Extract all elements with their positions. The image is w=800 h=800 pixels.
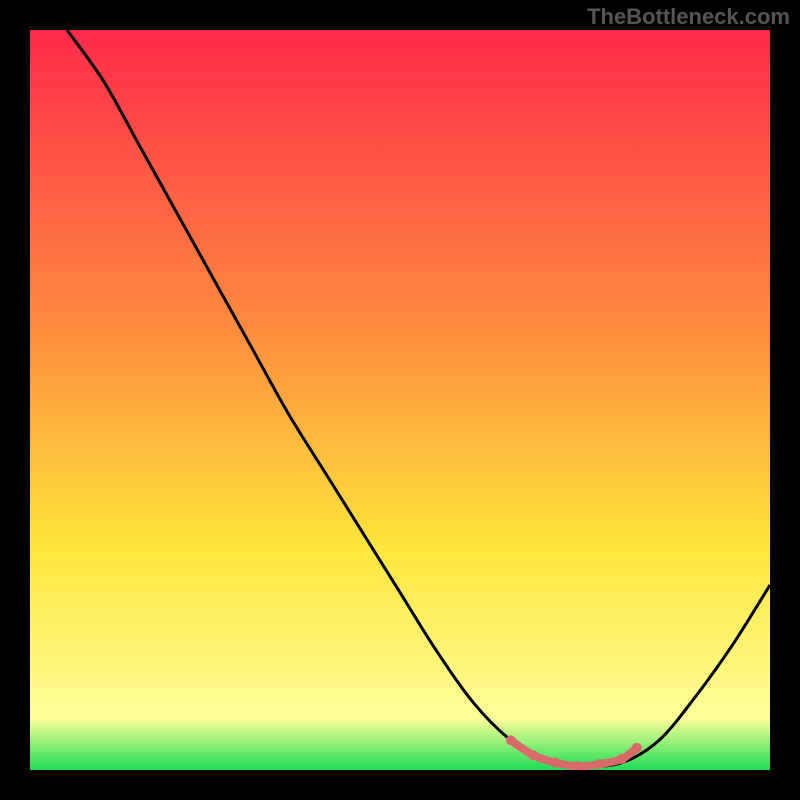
chart-area <box>30 30 770 770</box>
chart-background <box>30 30 770 770</box>
optimal-point <box>550 758 560 768</box>
watermark-label: TheBottleneck.com <box>587 4 790 30</box>
optimal-point <box>617 754 627 764</box>
optimal-point <box>632 743 642 753</box>
optimal-point <box>595 759 605 769</box>
optimal-point <box>506 735 516 745</box>
optimal-point <box>528 750 538 760</box>
chart-svg <box>30 30 770 770</box>
